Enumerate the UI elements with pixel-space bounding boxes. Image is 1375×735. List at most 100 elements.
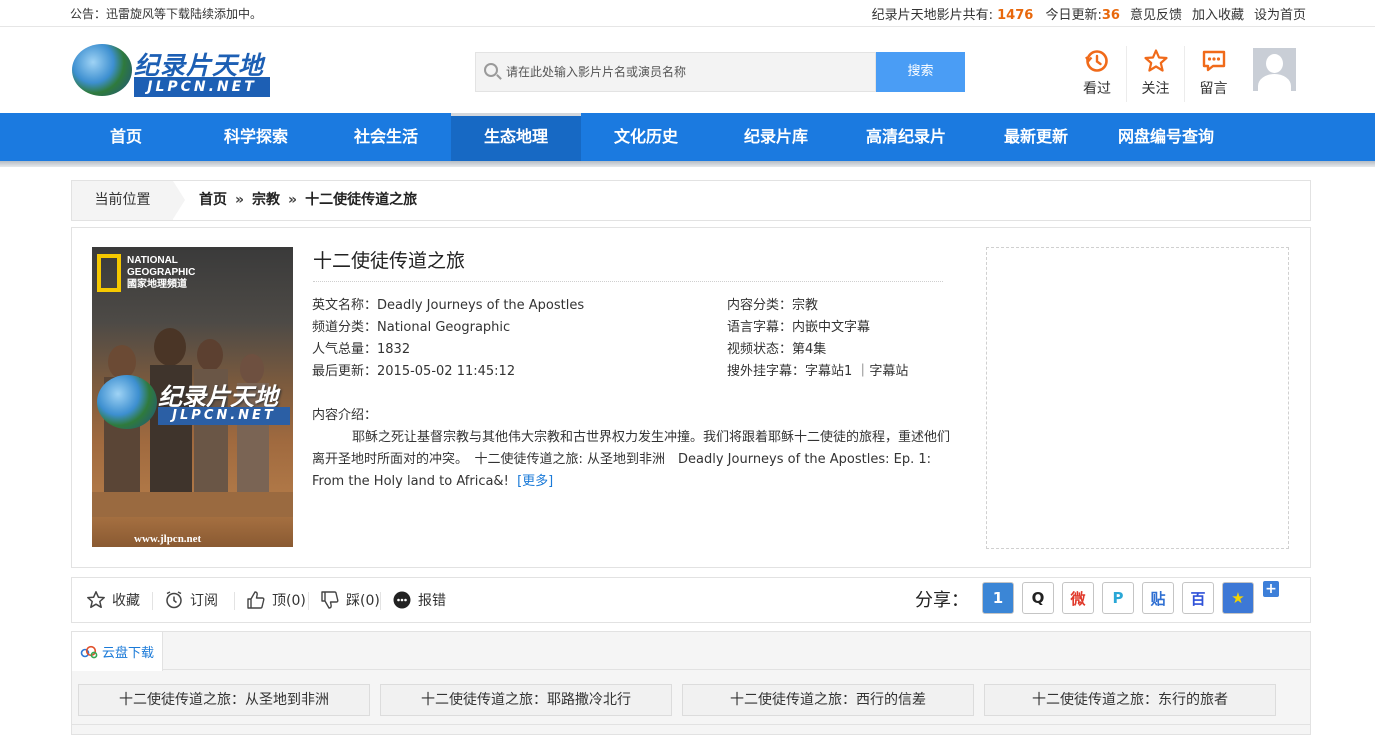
set-homepage-link[interactable]: 设为首页 (1254, 4, 1306, 23)
nav-item-science[interactable]: 科学探索 (191, 113, 321, 161)
nav-list: 首页 科学探索 社会生活 生态地理 文化历史 纪录片库 高清纪录片 最新更新 网… (61, 113, 1231, 161)
clock-icon (166, 591, 182, 609)
history-button[interactable]: 看过 (1068, 46, 1126, 102)
field-label: 英文名称： (312, 298, 378, 313)
more-share-icon[interactable]: + (1263, 581, 1279, 597)
tieba-icon[interactable]: 贴 (1142, 582, 1174, 614)
description-label: 内容介绍： (312, 408, 378, 423)
add-favorite-link[interactable]: 加入收藏 (1192, 4, 1244, 23)
qzone-icon[interactable]: ★ (1222, 582, 1254, 614)
favorite-button[interactable]: 收藏 (86, 590, 140, 610)
episode-button-1[interactable]: 十二使徒传道之旅：从圣地到非洲 (78, 684, 370, 716)
search-box (475, 52, 876, 92)
info-channel: 频道分类：National Geographic (312, 317, 584, 339)
thumbs-up-button[interactable]: 顶(0) (234, 590, 306, 610)
announcement-text: 公告：迅雷旋风等下载陆续添加中。 (70, 7, 263, 21)
report-button[interactable]: 报错 (380, 590, 446, 610)
follow-button[interactable]: 关注 (1126, 46, 1184, 102)
more-link[interactable]: [更多] (517, 474, 553, 489)
search-button[interactable]: 搜索 (876, 52, 965, 92)
field-label: 内容分类： (727, 298, 793, 313)
share-1-icon[interactable]: 1 (982, 582, 1014, 614)
history-label: 看过 (1083, 81, 1111, 97)
today-label: 今日更新: (1045, 8, 1102, 23)
subscribe-button[interactable]: 订阅 (152, 590, 218, 610)
episode-button-3[interactable]: 十二使徒传道之旅：西行的信差 (682, 684, 974, 716)
tab-cloud-download[interactable]: 云盘下载 (72, 632, 163, 671)
field-label: 人气总量： (312, 342, 378, 357)
tencent-weibo-icon[interactable]: P (1102, 582, 1134, 614)
poster-brand-line3: 國家地理頻道 (127, 279, 187, 290)
qq-icon[interactable]: Q (1022, 582, 1054, 614)
field-value: 1832 (377, 342, 411, 357)
nav-item-netdisk-lookup[interactable]: 网盘编号查询 (1101, 113, 1231, 161)
nav-shadow (0, 161, 1375, 167)
episode-button-4[interactable]: 十二使徒传道之旅：东行的旅者 (984, 684, 1276, 716)
thumbs-up-icon (247, 591, 265, 609)
thumbs-up-label: 顶(0) (272, 593, 306, 609)
stats-label: 纪录片天地影片共有: (871, 8, 993, 23)
main-nav: 首页 科学探索 社会生活 生态地理 文化历史 纪录片库 高清纪录片 最新更新 网… (0, 113, 1375, 161)
field-value: Deadly Journeys of the Apostles (377, 298, 585, 313)
nav-item-home[interactable]: 首页 (61, 113, 191, 161)
cloud-icon (80, 645, 98, 658)
share-buttons: 1 Q 微 P 贴 百 ★ (982, 582, 1254, 614)
breadcrumb-home[interactable]: 首页 (199, 181, 227, 220)
field-value[interactable]: 宗教 (792, 298, 818, 313)
logo-en-text: JLPCN.NET (134, 77, 270, 97)
action-bar: 收藏 订阅 顶(0) 踩(0) 报错 分享： 1 Q 微 P 贴 百 ★ + (71, 577, 1311, 623)
info-video-status: 视频状态：第4集 (727, 339, 908, 361)
breadcrumb-category[interactable]: 宗教 (252, 181, 280, 220)
field-label: 频道分类： (312, 320, 378, 335)
feedback-link[interactable]: 意见反馈 (1130, 4, 1182, 23)
nav-item-hd[interactable]: 高清纪录片 (841, 113, 971, 161)
thumbs-down-button[interactable]: 踩(0) (308, 590, 380, 610)
nav-item-ecology[interactable]: 生态地理 (451, 113, 581, 161)
breadcrumb: 当前位置 首页 » 宗教 » 十二使徒传道之旅 (71, 180, 1311, 221)
nav-item-culture-history[interactable]: 文化历史 (581, 113, 711, 161)
star-icon (1143, 49, 1168, 72)
download-panel: 云盘下载 十二使徒传道之旅：从圣地到非洲 十二使徒传道之旅：耶路撒冷北行 十二使… (71, 631, 1311, 735)
search-bar: 搜索 (475, 52, 965, 92)
star-outline-icon (87, 591, 105, 609)
info-subtitles: 语言字幕：内嵌中文字幕 (727, 317, 908, 339)
divider (72, 724, 1310, 725)
chat-bubble-icon (393, 591, 411, 609)
poster-url: www.jlpcn.net (134, 533, 202, 545)
avatar[interactable] (1253, 48, 1296, 91)
poster-brand-line1: NATIONAL (127, 255, 178, 266)
episode-button-2[interactable]: 十二使徒传道之旅：耶路撒冷北行 (380, 684, 672, 716)
site-logo[interactable]: 纪录片天地 JLPCN.NET (70, 42, 272, 100)
share-label: 分享： (915, 590, 969, 611)
favorite-label: 收藏 (112, 593, 140, 609)
breadcrumb-path: 首页 » 宗教 » 十二使徒传道之旅 (199, 181, 417, 220)
search-icon (484, 63, 498, 77)
nav-item-library[interactable]: 纪录片库 (711, 113, 841, 161)
info-popularity: 人气总量：1832 (312, 339, 584, 361)
weibo-icon[interactable]: 微 (1062, 582, 1094, 614)
baidu-icon[interactable]: 百 (1182, 582, 1214, 614)
divider (152, 592, 153, 610)
breadcrumb-separator: » (288, 192, 298, 208)
poster-brand: NATIONAL GEOGRAPHIC 國家地理頻道 (127, 255, 195, 291)
field-value: 内嵌中文字幕 (792, 320, 871, 335)
subtitle-site-links[interactable]: 字幕站1 ｜字幕站 (805, 364, 908, 379)
tab-cloud-download-label: 云盘下载 (101, 646, 154, 661)
detail-panel: NATIONAL GEOGRAPHIC 國家地理頻道 纪录片天地 JLPCN.N… (71, 227, 1311, 568)
thumbs-down-icon (321, 591, 339, 609)
field-label: 视频状态： (727, 342, 793, 357)
info-right-column: 内容分类：宗教 语言字幕：内嵌中文字幕 视频状态：第4集 搜外挂字幕：字幕站1 … (727, 295, 908, 383)
field-label: 语言字幕： (727, 320, 793, 335)
top-bar: 公告：迅雷旋风等下载陆续添加中。 纪录片天地影片共有: 1476 今日更新:36… (0, 0, 1375, 27)
field-value: National Geographic (377, 320, 511, 335)
today-count: 36 (1101, 8, 1120, 23)
breadcrumb-current[interactable]: 十二使徒传道之旅 (305, 181, 417, 220)
poster-image[interactable]: NATIONAL GEOGRAPHIC 國家地理頻道 纪录片天地 JLPCN.N… (92, 247, 293, 547)
breadcrumb-label: 当前位置 (72, 181, 185, 220)
subscribe-label: 订阅 (190, 593, 218, 609)
nav-item-latest[interactable]: 最新更新 (971, 113, 1101, 161)
message-button[interactable]: 留言 (1184, 46, 1242, 102)
episode-list: 十二使徒传道之旅：从圣地到非洲 十二使徒传道之旅：耶路撒冷北行 十二使徒传道之旅… (78, 684, 1276, 716)
search-input[interactable] (506, 61, 866, 83)
nav-item-society[interactable]: 社会生活 (321, 113, 451, 161)
